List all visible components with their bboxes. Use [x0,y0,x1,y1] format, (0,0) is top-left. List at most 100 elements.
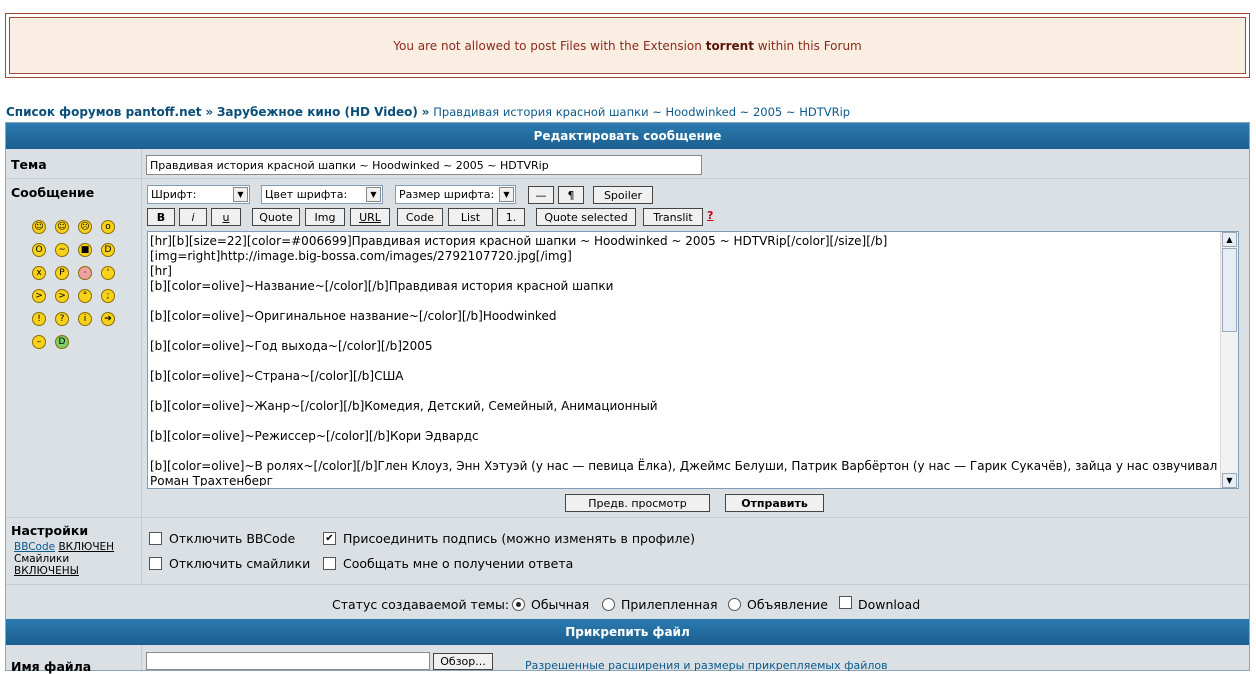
neutral-icon[interactable]: – [32,335,46,349]
razz-icon[interactable]: P [55,266,69,280]
attach-signature-label: Присоединить подпись (можно изменять в п… [343,531,696,546]
font-color-select[interactable]: Цвет шрифта: ▼ [261,185,383,204]
error-alert-message: You are not allowed to post Files with t… [9,17,1246,74]
subject-input[interactable] [146,155,702,175]
file-path-input[interactable] [146,652,430,670]
column-divider [141,149,142,584]
img-button[interactable]: Img [305,208,345,226]
alert-suffix: within this Forum [757,38,862,53]
laughing-icon[interactable]: D [101,243,115,257]
crying-icon[interactable]: ' [101,266,115,280]
topic-status-label: Статус создаваемой темы: [332,597,510,612]
chevron-down-icon: ▼ [499,187,514,202]
very-happy-icon[interactable]: ☺ [32,220,46,234]
quote-button[interactable]: Quote [252,208,300,226]
embarrassed-icon[interactable]: · [78,266,92,280]
exclamation-icon[interactable]: ! [32,312,46,326]
row-divider [6,178,1249,179]
breadcrumb-forum-index[interactable]: Список форумов pantoff.net [6,105,201,119]
alert-extension: torrent [705,38,754,53]
mad-icon[interactable]: x [32,266,46,280]
scrollbar-thumb[interactable] [1222,248,1237,332]
status-normal-radio[interactable] [512,598,525,611]
hr-button[interactable]: — [528,186,554,204]
code-button[interactable]: Code [397,208,443,226]
bold-button[interactable]: B [147,208,175,226]
preview-button[interactable]: Предв. просмотр [565,494,710,512]
row-divider [6,517,1249,518]
mr-green-icon[interactable]: D [55,335,69,349]
edit-post-header: Редактировать сообщение [6,123,1249,149]
font-select[interactable]: Шрифт: ▼ [147,185,250,204]
message-scrollbar[interactable]: ▲ ▼ [1220,232,1238,488]
error-alert: You are not allowed to post Files with t… [5,13,1250,78]
quote-selected-button[interactable]: Quote selected [536,208,636,226]
idea-icon[interactable]: i [78,312,92,326]
smilies-status-label: Смайлики [14,553,70,565]
evil-icon[interactable]: > [32,289,46,303]
underline-button[interactable]: u [211,208,241,226]
font-size-select[interactable]: Размер шрифта: ▼ [395,185,516,204]
smilies-state: ВКЛЮЧЕНЫ [14,565,79,577]
browse-button[interactable]: Обзор... [433,653,493,670]
confused-icon[interactable]: ~ [55,243,69,257]
arrow-icon[interactable]: ➔ [101,312,115,326]
paragraph-button[interactable]: ¶ [558,186,584,204]
font-color-select-value: Цвет шрифта: [265,188,348,201]
smile-icon[interactable]: ☺ [55,220,69,234]
chevron-down-icon: ▼ [233,187,248,202]
row-divider [6,584,1249,585]
message-label: Сообщение [11,185,95,200]
disable-smilies-label: Отключить смайлики [169,556,311,571]
bbcode-state: ВКЛЮЧЕН [58,541,115,553]
breadcrumb: Список форумов pantoff.net » Зарубежное … [6,105,850,119]
disable-smilies-checkbox[interactable] [149,557,162,570]
shocked-icon[interactable]: O [32,243,46,257]
breadcrumb-separator: » [421,105,430,119]
bbcode-link[interactable]: BBCode [14,541,55,553]
scroll-up-icon[interactable]: ▲ [1222,232,1237,247]
cool-icon[interactable]: ■ [78,243,92,257]
message-text: [hr][b][size=22][color=#006699]Правдивая… [150,234,1218,486]
download-label: Download [858,597,921,612]
column-divider [141,645,142,672]
list-button[interactable]: List [448,208,493,226]
font-size-select-value: Размер шрифта: [399,188,495,201]
rolling-eyes-icon[interactable]: ° [78,289,92,303]
help-link[interactable]: ? [707,209,713,222]
status-normal-label: Обычная [531,597,590,612]
surprised-icon[interactable]: o [101,220,115,234]
attach-signature-checkbox[interactable]: ✔ [323,532,336,545]
disable-bbcode-label: Отключить BBCode [169,531,296,546]
chevron-down-icon: ▼ [366,187,381,202]
alert-prefix: You are not allowed to post Files with t… [393,38,702,53]
settings-status: BBCode ВКЛЮЧЕН Смайлики ВКЛЮЧЕНЫ [14,541,114,577]
status-sticky-label: Прилепленная [621,597,718,612]
question-icon[interactable]: ? [55,312,69,326]
italic-button[interactable]: i [179,208,207,226]
twisted-evil-icon[interactable]: > [55,289,69,303]
allowed-extensions-link[interactable]: Разрешенные расширения и размеры прикреп… [525,659,888,672]
spoiler-button[interactable]: Spoiler [593,186,653,204]
wink-icon[interactable]: ; [101,289,115,303]
scroll-down-icon[interactable]: ▼ [1222,473,1237,488]
notify-reply-checkbox[interactable] [323,557,336,570]
status-announcement-radio[interactable] [728,598,741,611]
numbered-list-button[interactable]: 1. [497,208,525,226]
breadcrumb-section[interactable]: Зарубежное кино (HD Video) [217,105,418,119]
breadcrumb-topic[interactable]: Правдивая история красной шапки ~ Hoodwi… [433,105,850,119]
status-sticky-radio[interactable] [602,598,615,611]
filename-label: Имя файла [11,659,92,674]
font-select-value: Шрифт: [151,188,197,201]
submit-button[interactable]: Отправить [725,494,824,512]
message-textarea[interactable]: [hr][b][size=22][color=#006699]Правдивая… [147,231,1239,489]
edit-post-panel: Редактировать сообщение Тема Сообщение ☺… [5,122,1250,674]
status-announcement-label: Объявление [747,597,828,612]
disable-bbcode-checkbox[interactable] [149,532,162,545]
attach-file-header: Прикрепить файл [6,619,1249,645]
url-button[interactable]: URL [350,208,390,226]
sad-icon[interactable]: ☹ [78,220,92,234]
translit-button[interactable]: Translit [643,208,703,226]
breadcrumb-separator: » [205,105,214,119]
download-checkbox[interactable] [839,596,852,609]
